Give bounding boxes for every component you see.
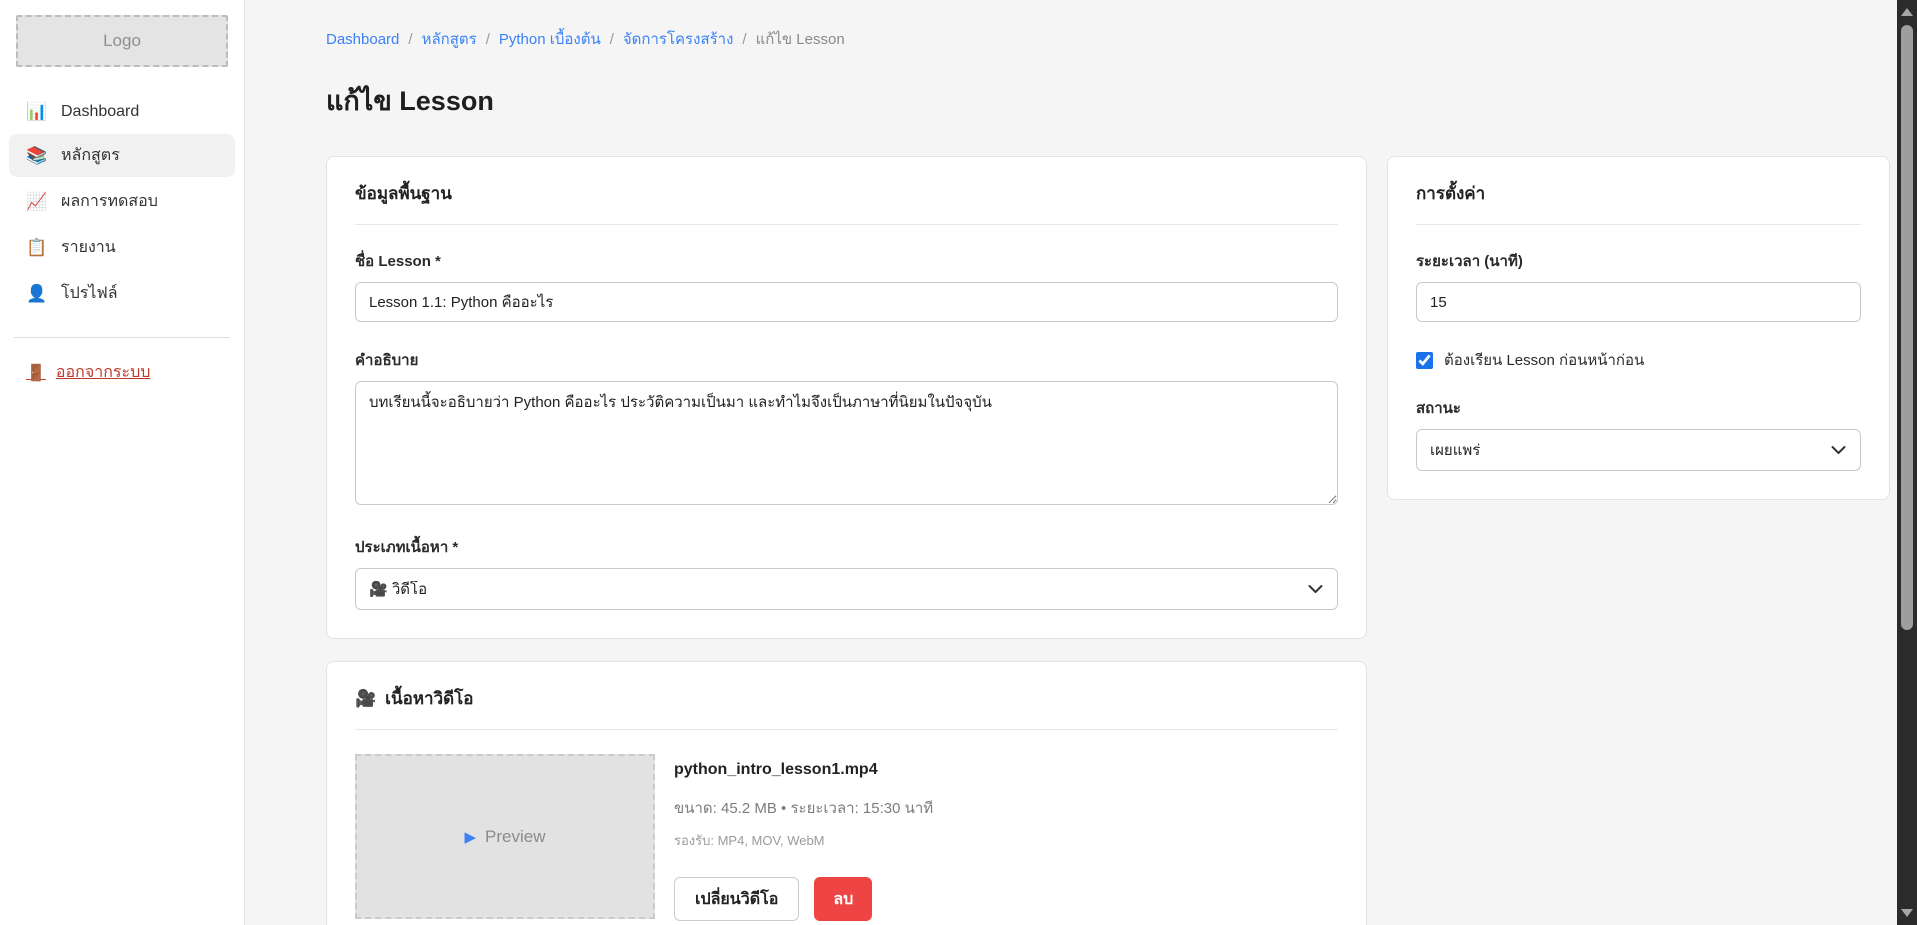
breadcrumb-separator: /	[742, 31, 746, 48]
settings-title: การตั้งค่า	[1416, 180, 1861, 207]
description-label: คำอธิบาย	[355, 348, 1338, 372]
lesson-name-input[interactable]	[355, 282, 1338, 322]
sidebar-item-label: Dashboard	[61, 103, 139, 121]
breadcrumb-separator: /	[610, 31, 614, 48]
video-row: ▶ Preview python_intro_lesson1.mp4 ขนาด:…	[355, 754, 1338, 921]
app-root: Logo 📊 Dashboard 📚 หลักสูตร 📈 ผลการทดสอบ…	[0, 0, 1917, 925]
door-icon: 🚪	[26, 363, 46, 383]
duration-label: ระยะเวลา (นาที)	[1416, 249, 1861, 273]
card-divider	[1416, 224, 1861, 225]
video-preview[interactable]: ▶ Preview	[355, 754, 655, 919]
chart-increasing-icon: 📈	[26, 192, 48, 212]
sidebar-item-label: ผลการทดสอบ	[61, 189, 158, 214]
description-group: คำอธิบาย บทเรียนนี้จะอธิบายว่า Python คื…	[355, 348, 1338, 509]
prerequisite-label: ต้องเรียน Lesson ก่อนหน้าก่อน	[1444, 348, 1644, 372]
breadcrumb-link-dashboard[interactable]: Dashboard	[326, 31, 399, 48]
duration-group: ระยะเวลา (นาที)	[1416, 249, 1861, 322]
video-filename: python_intro_lesson1.mp4	[674, 761, 933, 779]
breadcrumb-current: แก้ไข Lesson	[756, 27, 845, 51]
scrollbar-thumb[interactable]	[1901, 25, 1913, 630]
breadcrumb-link-courses[interactable]: หลักสูตร	[422, 27, 477, 51]
video-camera-icon: 🎥	[355, 689, 376, 709]
breadcrumb-separator: /	[408, 31, 412, 48]
lesson-name-label: ชื่อ Lesson *	[355, 249, 1338, 273]
breadcrumb: Dashboard / หลักสูตร / Python เบื้องต้น …	[326, 27, 1890, 51]
clipboard-icon: 📋	[26, 238, 48, 258]
main-content: Dashboard / หลักสูตร / Python เบื้องต้น …	[245, 0, 1917, 925]
sidebar-item-label: หลักสูตร	[61, 143, 120, 168]
page-title: แก้ไข Lesson	[326, 79, 1890, 122]
card-divider	[355, 224, 1338, 225]
sidebar-nav: 📊 Dashboard 📚 หลักสูตร 📈 ผลการทดสอบ 📋 รา…	[0, 93, 244, 315]
sidebar-item-reports[interactable]: 📋 รายงาน	[9, 226, 235, 269]
change-video-button[interactable]: เปลี่ยนวิดีโอ	[674, 877, 799, 921]
sidebar: Logo 📊 Dashboard 📚 หลักสูตร 📈 ผลการทดสอบ…	[0, 0, 245, 925]
play-icon: ▶	[464, 828, 476, 846]
lesson-name-group: ชื่อ Lesson *	[355, 249, 1338, 322]
sidebar-divider	[14, 337, 230, 338]
left-column: ข้อมูลพื้นฐาน ชื่อ Lesson * คำอธิบาย บทเ…	[326, 156, 1367, 925]
scroll-down-arrow-icon[interactable]	[1901, 909, 1913, 917]
status-select[interactable]: เผยแพร่	[1416, 429, 1861, 471]
sidebar-item-profile[interactable]: 👤 โปรไฟล์	[9, 272, 235, 315]
breadcrumb-link-structure[interactable]: จัดการโครงสร้าง	[623, 27, 734, 51]
logo-label: Logo	[103, 31, 141, 51]
content-type-select-wrap: 🎥 วิดีโอ	[355, 568, 1338, 610]
video-actions: เปลี่ยนวิดีโอ ลบ	[674, 877, 933, 921]
settings-card: การตั้งค่า ระยะเวลา (นาที) ต้องเรียน Les…	[1387, 156, 1890, 500]
video-meta: ขนาด: 45.2 MB • ระยะเวลา: 15:30 นาที	[674, 796, 933, 820]
books-icon: 📚	[26, 146, 48, 166]
sidebar-item-label: รายงาน	[61, 235, 116, 260]
prerequisite-checkbox[interactable]	[1416, 352, 1433, 369]
basic-info-card: ข้อมูลพื้นฐาน ชื่อ Lesson * คำอธิบาย บทเ…	[326, 156, 1367, 639]
right-column: การตั้งค่า ระยะเวลา (นาที) ต้องเรียน Les…	[1387, 156, 1890, 500]
scrollbar-track[interactable]	[1897, 0, 1917, 925]
person-icon: 👤	[26, 284, 48, 304]
scroll-up-arrow-icon[interactable]	[1901, 8, 1913, 16]
breadcrumb-separator: /	[486, 31, 490, 48]
logo: Logo	[16, 15, 228, 67]
content-grid: ข้อมูลพื้นฐาน ชื่อ Lesson * คำอธิบาย บทเ…	[326, 156, 1890, 925]
status-select-wrap: เผยแพร่	[1416, 429, 1861, 471]
content-type-select[interactable]: 🎥 วิดีโอ	[355, 568, 1338, 610]
logout-label: ออกจากระบบ	[56, 360, 150, 385]
duration-input[interactable]	[1416, 282, 1861, 322]
sidebar-item-courses[interactable]: 📚 หลักสูตร	[9, 134, 235, 177]
content-type-label: ประเภทเนื้อหา *	[355, 535, 1338, 559]
video-content-card: 🎥 เนื้อหาวิดีโอ ▶ Preview python_intro_l…	[326, 661, 1367, 925]
sidebar-item-label: โปรไฟล์	[61, 281, 118, 306]
video-info: python_intro_lesson1.mp4 ขนาด: 45.2 MB •…	[674, 754, 933, 921]
content-type-group: ประเภทเนื้อหา * 🎥 วิดีโอ	[355, 535, 1338, 610]
video-content-title: 🎥 เนื้อหาวิดีโอ	[355, 685, 1338, 712]
bar-chart-icon: 📊	[26, 102, 48, 122]
breadcrumb-link-course[interactable]: Python เบื้องต้น	[499, 27, 601, 51]
video-formats: รองรับ: MP4, MOV, WebM	[674, 830, 933, 851]
video-content-title-label: เนื้อหาวิดีโอ	[385, 685, 473, 712]
status-group: สถานะ เผยแพร่	[1416, 396, 1861, 471]
delete-video-button[interactable]: ลบ	[814, 877, 872, 921]
status-label: สถานะ	[1416, 396, 1861, 420]
card-divider	[355, 729, 1338, 730]
description-textarea[interactable]: บทเรียนนี้จะอธิบายว่า Python คืออะไร ประ…	[355, 381, 1338, 505]
video-preview-label: Preview	[485, 827, 545, 847]
sidebar-item-test-results[interactable]: 📈 ผลการทดสอบ	[9, 180, 235, 223]
prerequisite-row: ต้องเรียน Lesson ก่อนหน้าก่อน	[1416, 348, 1861, 372]
sidebar-item-dashboard[interactable]: 📊 Dashboard	[9, 93, 235, 131]
logout-link[interactable]: 🚪 ออกจากระบบ	[26, 360, 150, 385]
basic-info-title: ข้อมูลพื้นฐาน	[355, 180, 1338, 207]
